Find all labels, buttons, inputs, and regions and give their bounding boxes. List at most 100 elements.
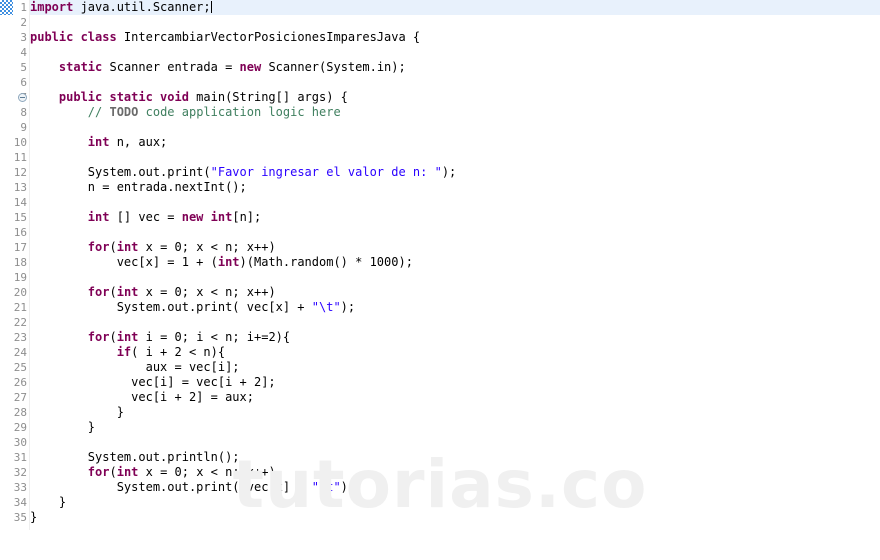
code-line[interactable]: } (30, 495, 880, 510)
code-token-plain: System.out.println(); (30, 450, 240, 464)
code-line[interactable]: for(int x = 0; x < n; x++) (30, 285, 880, 300)
code-line[interactable]: int n, aux; (30, 135, 880, 150)
code-token-plain: Scanner(System.in); (261, 60, 406, 74)
line-number[interactable]: 4 (0, 45, 29, 60)
code-line[interactable]: vec[x] = 1 + (int)(Math.random() * 1000)… (30, 255, 880, 270)
line-number[interactable]: 28 (0, 405, 29, 420)
code-line[interactable] (30, 435, 880, 450)
code-line[interactable] (30, 315, 880, 330)
line-number[interactable]: 13 (0, 180, 29, 195)
code-text-area[interactable]: import java.util.Scanner; public class In… (30, 0, 880, 530)
line-number[interactable]: 35 (0, 510, 29, 525)
line-number[interactable]: 33 (0, 480, 29, 495)
line-number[interactable]: 29 (0, 420, 29, 435)
line-number[interactable]: 3 (0, 30, 29, 45)
line-number[interactable]: 30 (0, 435, 29, 450)
code-token-plain: ( (109, 330, 117, 344)
line-number[interactable]: 21 (0, 300, 29, 315)
code-line[interactable]: int [] vec = new int[n]; (30, 210, 880, 225)
line-number[interactable]: 18 (0, 255, 29, 270)
code-line[interactable] (30, 120, 880, 135)
line-number[interactable]: 1 (0, 0, 29, 15)
code-line[interactable]: System.out.print( vec[x] + "\t"); (30, 300, 880, 315)
line-number[interactable]: 7 (0, 90, 29, 105)
code-token-kw: static (58, 60, 103, 74)
code-token-plain: n = entrada.nextInt(); (30, 180, 247, 194)
line-number[interactable]: 24 (0, 345, 29, 360)
code-token-plain: vec[i + 2] = aux; (30, 390, 254, 404)
code-line[interactable]: for(int i = 0; i < n; i+=2){ (30, 330, 880, 345)
code-token-plain: Scanner entrada = (102, 60, 240, 74)
line-number[interactable]: 34 (0, 495, 29, 510)
code-line[interactable] (30, 270, 880, 285)
code-line[interactable] (30, 150, 880, 165)
code-line[interactable]: System.out.print( vec[x] + "\t"); (30, 480, 880, 495)
line-number-gutter[interactable]: 1234567891011121314151617181920212223242… (0, 0, 30, 530)
code-line[interactable] (30, 225, 880, 240)
line-number-label: 19 (13, 271, 27, 284)
code-line[interactable]: aux = vec[i]; (30, 360, 880, 375)
code-token-kw: int (116, 330, 139, 344)
code-line[interactable]: if( i + 2 < n){ (30, 345, 880, 360)
line-number[interactable]: 9 (0, 120, 29, 135)
code-line[interactable]: } (30, 420, 880, 435)
line-number[interactable]: 31 (0, 450, 29, 465)
code-token-plain: x = 0; x < n; x++) (138, 240, 276, 254)
code-line[interactable]: vec[i + 2] = aux; (30, 390, 880, 405)
line-number[interactable]: 11 (0, 150, 29, 165)
line-number[interactable]: 8 (0, 105, 29, 120)
code-token-kw: int (116, 240, 139, 254)
code-line[interactable]: } (30, 510, 880, 525)
line-number[interactable]: 15 (0, 210, 29, 225)
code-line[interactable]: n = entrada.nextInt(); (30, 180, 880, 195)
code-line[interactable] (30, 195, 880, 210)
line-number[interactable]: 26 (0, 375, 29, 390)
line-number[interactable]: 10 (0, 135, 29, 150)
code-editor[interactable]: tutorias.co 1234567891011121314151617181… (0, 0, 880, 560)
code-line[interactable]: System.out.print("Favor ingresar el valo… (30, 165, 880, 180)
code-token-kw: for (87, 465, 110, 479)
line-number[interactable]: 17 (0, 240, 29, 255)
code-line[interactable]: public class IntercambiarVectorPosicione… (30, 30, 880, 45)
editor-surface[interactable]: 1234567891011121314151617181920212223242… (0, 0, 880, 530)
code-token-plain: System.out.print( vec[x] + (30, 480, 312, 494)
line-number[interactable]: 25 (0, 360, 29, 375)
line-number[interactable]: 19 (0, 270, 29, 285)
line-number-label: 31 (13, 451, 27, 464)
line-number-label: 34 (13, 496, 27, 509)
line-number-label: 32 (13, 466, 27, 479)
code-line[interactable]: public static void main(String[] args) { (30, 90, 880, 105)
code-line[interactable]: for(int x = 0; x < n; x++) (30, 465, 880, 480)
line-number[interactable]: 6 (0, 75, 29, 90)
line-number[interactable]: 32 (0, 465, 29, 480)
line-number[interactable]: 5 (0, 60, 29, 75)
code-fold-collapse-icon[interactable] (18, 93, 27, 102)
line-number[interactable]: 16 (0, 225, 29, 240)
line-number[interactable]: 23 (0, 330, 29, 345)
code-token-plain: )(Math.random() * 1000); (239, 255, 413, 269)
code-line[interactable]: for(int x = 0; x < n; x++) (30, 240, 880, 255)
code-line[interactable]: // TODO code application logic here (30, 105, 880, 120)
code-token-kw: public class (30, 30, 117, 44)
line-number[interactable]: 12 (0, 165, 29, 180)
code-line[interactable]: vec[i] = vec[i + 2]; (30, 375, 880, 390)
code-line[interactable] (30, 45, 880, 60)
code-line[interactable]: import java.util.Scanner; (30, 0, 880, 15)
line-number-label: 26 (13, 376, 27, 389)
line-number[interactable]: 22 (0, 315, 29, 330)
line-number[interactable]: 14 (0, 195, 29, 210)
code-token-kw: new (239, 60, 262, 74)
line-number[interactable]: 27 (0, 390, 29, 405)
code-line[interactable]: static Scanner entrada = new Scanner(Sys… (30, 60, 880, 75)
code-line[interactable]: System.out.println(); (30, 450, 880, 465)
line-number[interactable]: 2 (0, 15, 29, 30)
line-number[interactable]: 20 (0, 285, 29, 300)
text-caret (210, 1, 212, 13)
code-line[interactable]: } (30, 405, 880, 420)
code-line[interactable] (30, 15, 880, 30)
code-line[interactable] (30, 75, 880, 90)
code-token-plain: System.out.print( (30, 165, 211, 179)
